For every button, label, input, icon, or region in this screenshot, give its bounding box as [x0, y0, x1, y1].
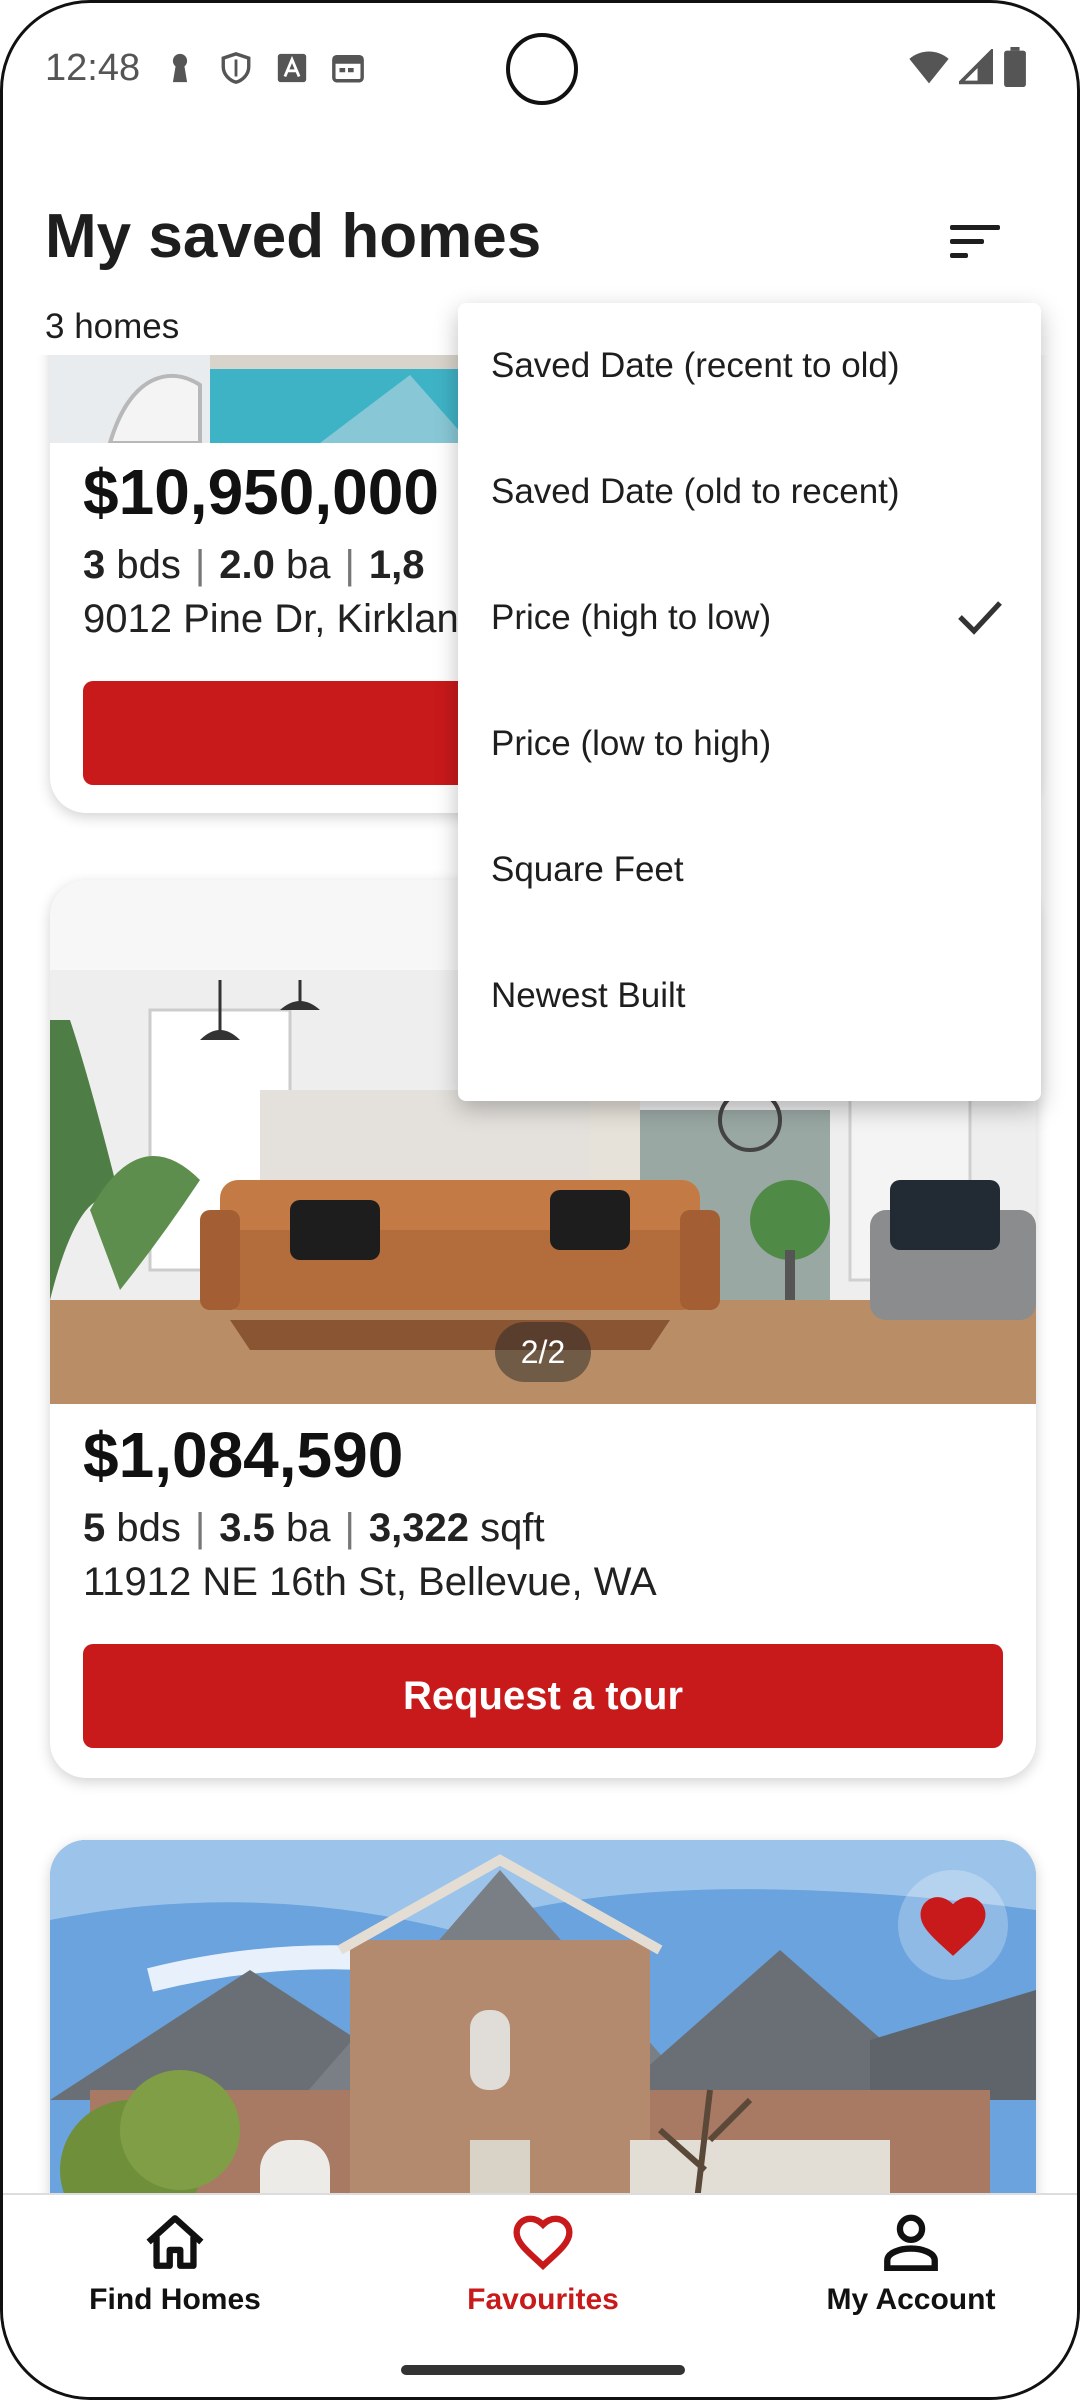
camera-cutout: [506, 33, 578, 105]
spec-separator: |: [194, 1506, 206, 1550]
beds-value: 3: [83, 543, 106, 587]
sort-option-saved-old-to-recent[interactable]: Saved Date (old to recent): [458, 429, 1041, 555]
sqft-value: 1,8: [368, 543, 425, 587]
nav-find-homes[interactable]: Find Homes: [25, 2213, 325, 2343]
sort-option-label: Saved Date (recent to old): [491, 346, 900, 385]
sqft-unit: sqft: [480, 1506, 545, 1550]
listing-card[interactable]: [50, 1840, 1036, 2193]
spec-separator: |: [344, 543, 355, 587]
listing-address: 11912 NE 16th St, Bellevue, WA: [83, 1560, 657, 1604]
brick-house-photo: [50, 1840, 1036, 2193]
sort-option-newest-built[interactable]: Newest Built: [458, 933, 1041, 1059]
sort-option-label: Price (high to low): [491, 598, 772, 637]
status-left-icons: [163, 51, 365, 85]
sqft-value: 3,322: [368, 1506, 469, 1550]
checkmark-icon: [958, 601, 1002, 635]
status-bar: 12:48: [3, 3, 1077, 143]
sort-option-label: Price (low to high): [491, 724, 772, 763]
listing-price: $1,084,590: [83, 1419, 404, 1491]
font-icon: [277, 53, 307, 83]
listing-photo[interactable]: [50, 1840, 1036, 2193]
heart-filled-icon: [920, 1897, 986, 1956]
page-title: My saved homes: [45, 202, 542, 271]
favorite-button[interactable]: [898, 1870, 1008, 1980]
sort-option-label: Square Feet: [491, 850, 684, 889]
signal-icon: [959, 49, 993, 85]
baths-unit: ba: [286, 543, 331, 587]
nav-my-account[interactable]: My Account: [761, 2213, 1061, 2343]
calendar-icon: [332, 54, 364, 83]
request-tour-button[interactable]: Request a tour: [83, 1644, 1003, 1748]
beds-unit: bds: [116, 1506, 181, 1550]
photo-pager: 2/2: [495, 1322, 591, 1382]
sort-dropdown-menu: Saved Date (recent to old) Saved Date (o…: [458, 303, 1041, 1101]
sort-option-saved-recent-to-old[interactable]: Saved Date (recent to old): [458, 303, 1041, 429]
listing-specs: 5 bds | 3.5 ba | 3,322 sqft: [83, 1506, 545, 1551]
sort-option-label: Saved Date (old to recent): [491, 472, 900, 511]
keyhole-icon: [172, 53, 188, 83]
wifi-icon: [909, 51, 949, 84]
status-time: 12:48: [45, 47, 141, 89]
baths-value: 2.0: [219, 543, 275, 587]
sort-option-price-high-to-low[interactable]: Price (high to low): [458, 555, 1041, 681]
nav-label: Find Homes: [89, 2283, 261, 2316]
listing-address: 9012 Pine Dr, Kirklan: [83, 597, 459, 641]
battery-icon: [1004, 47, 1026, 87]
home-icon: [146, 2215, 204, 2269]
listing-price: $10,950,000: [83, 456, 439, 528]
sort-option-square-feet[interactable]: Square Feet: [458, 807, 1041, 933]
nav-label: Favourites: [467, 2283, 619, 2316]
sort-option-price-low-to-high[interactable]: Price (low to high): [458, 681, 1041, 807]
spec-separator: |: [194, 543, 206, 587]
spec-separator: |: [344, 1506, 355, 1550]
nav-label: My Account: [826, 2283, 996, 2316]
person-icon: [884, 2214, 938, 2271]
nav-favourites[interactable]: Favourites: [393, 2213, 693, 2343]
phone-screen: 12:48 My saved homes 3 homes $10,950,000…: [0, 0, 1080, 2400]
status-right-icons: [909, 47, 1027, 87]
gesture-home-bar[interactable]: [401, 2365, 685, 2375]
listing-specs: 3 bds | 2.0 ba | 1,8: [83, 543, 425, 588]
sort-option-label: Newest Built: [491, 976, 686, 1015]
beds-value: 5: [83, 1506, 106, 1550]
sort-button[interactable]: [938, 213, 1018, 269]
homes-count: 3 homes: [45, 307, 180, 346]
sort-icon: [950, 225, 1000, 258]
shield-icon: [221, 52, 251, 84]
baths-unit: ba: [286, 1506, 331, 1550]
beds-unit: bds: [116, 543, 181, 587]
heart-icon: [513, 2215, 573, 2271]
baths-value: 3.5: [219, 1506, 275, 1550]
